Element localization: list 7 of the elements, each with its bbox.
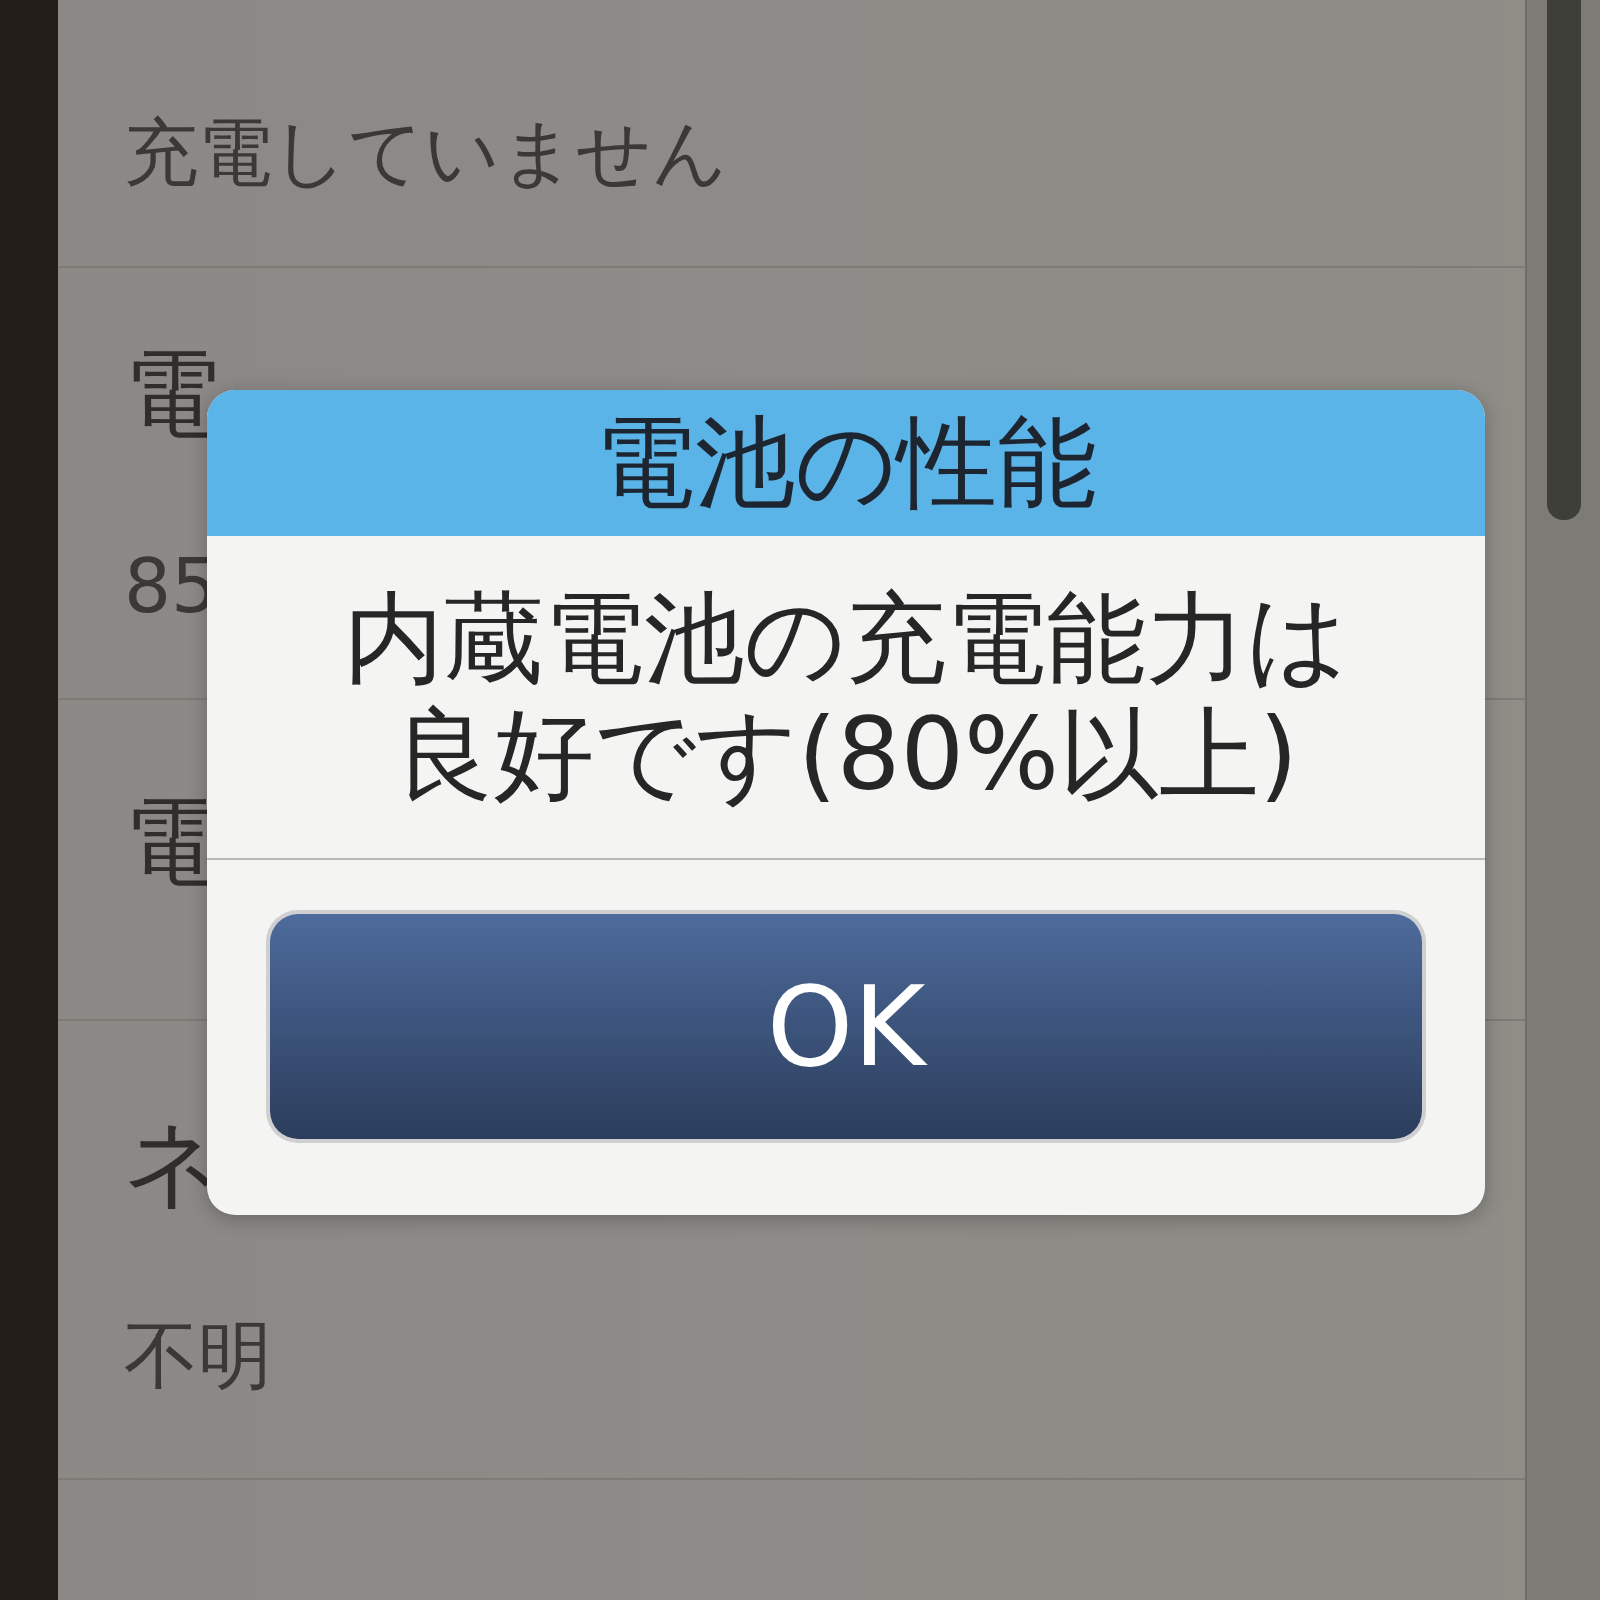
setting-title: 電 xyxy=(124,344,220,444)
setting-value: 85 xyxy=(124,546,219,626)
setting-value: 不明 xyxy=(124,1315,272,1395)
setting-title: ネ xyxy=(124,1113,222,1213)
setting-value: 充電していません xyxy=(124,112,728,192)
dialog-title: 電池の性能 xyxy=(595,408,1097,518)
dialog-message: 内蔵電池の充電能力は良好です(80%以上) xyxy=(343,581,1349,813)
